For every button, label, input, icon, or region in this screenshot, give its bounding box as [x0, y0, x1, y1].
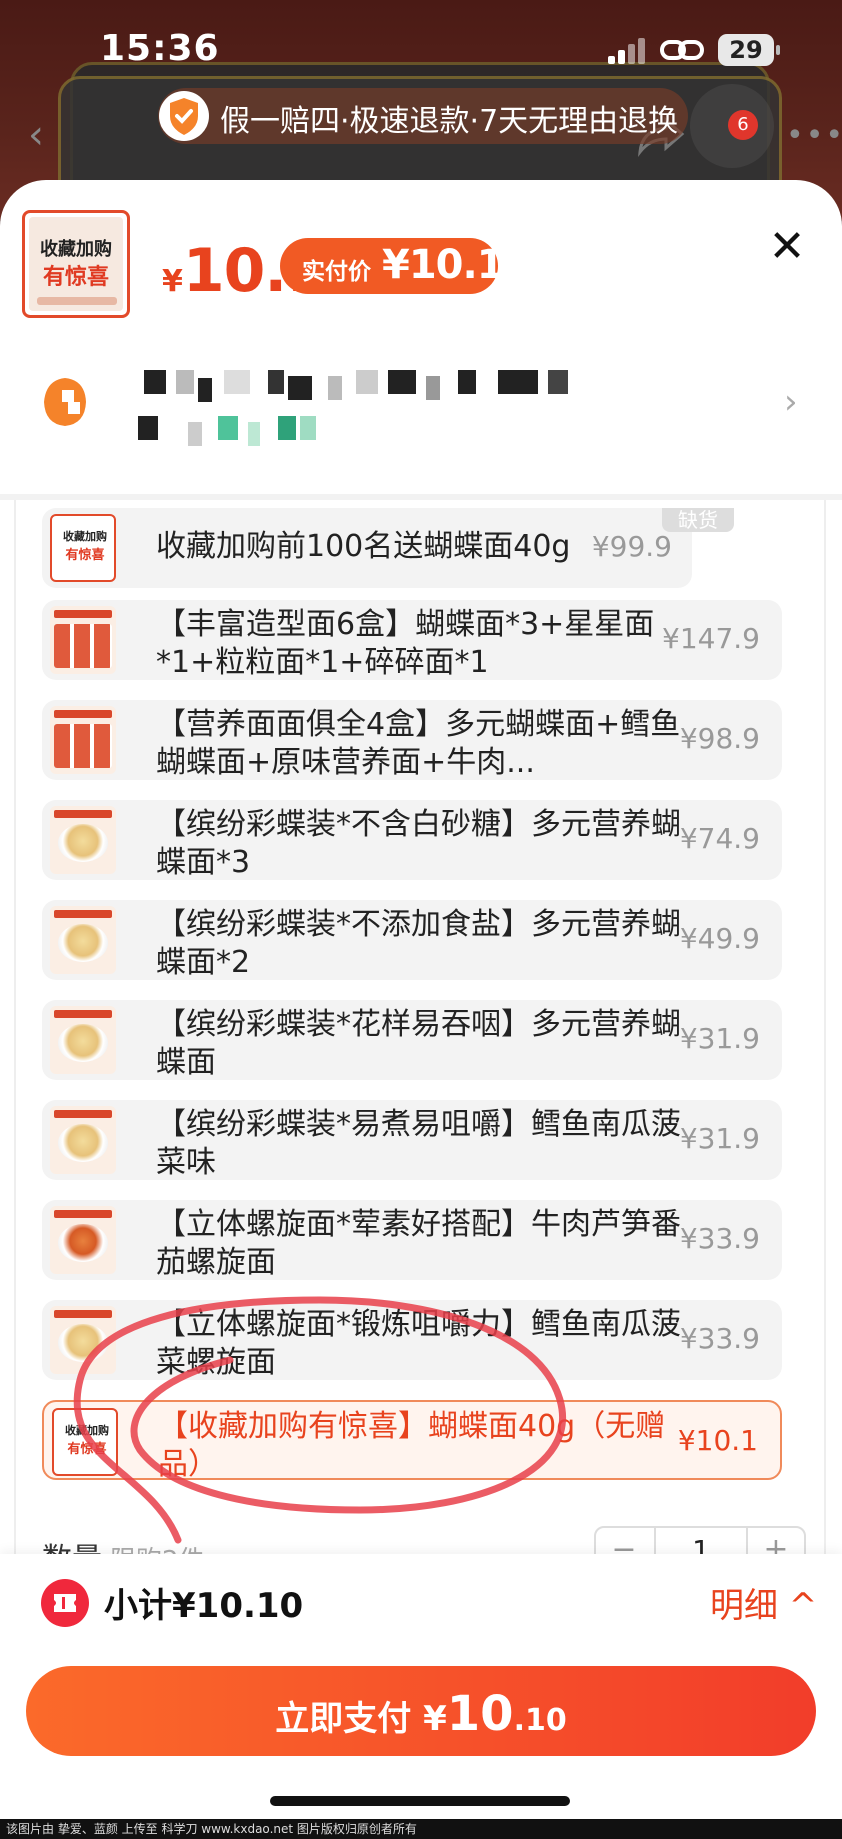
sku-option-label: 【收藏加购有惊喜】蝴蝶面40g（无赠品）	[158, 1409, 666, 1482]
thumbnail-subtitle: 有惊喜	[42, 265, 109, 290]
product-thumbnail[interactable]: 收藏加购 有惊喜	[22, 210, 130, 318]
shield-check-icon	[159, 91, 209, 141]
pay-now-label: 立即支付 ¥	[275, 1699, 447, 1739]
sku-option-selected[interactable]: 收藏加购 有惊喜 【收藏加购有惊喜】蝴蝶面40g（无赠品） ¥10.1	[42, 1400, 782, 1482]
chevron-right-icon[interactable]: ›	[784, 382, 798, 422]
quantity-plus-button[interactable]: +	[748, 1532, 804, 1554]
home-indicator	[270, 1796, 570, 1806]
sku-option-price: ¥147.9	[662, 622, 760, 655]
sku-option-label: 【缤纷彩蝶装*不含白砂糖】多元营养蝴蝶面*3	[156, 807, 681, 880]
sku-thumb-subtitle: 有惊喜	[65, 548, 105, 563]
sku-option[interactable]: 【缤纷彩蝶装*不含白砂糖】多元营养蝴蝶面*3 ¥74.9	[42, 800, 782, 880]
sku-options-list[interactable]: 缺货 收藏加购 有惊喜 收藏加购前100名送蝴蝶面40g ¥99.9 【丰富造型…	[14, 500, 826, 1554]
price-symbol: ¥	[162, 264, 183, 299]
close-icon[interactable]: ✕	[762, 222, 812, 272]
back-icon[interactable]: ‹	[28, 112, 68, 160]
sku-option-price: ¥74.9	[679, 822, 760, 855]
sku-option-label: 【立体螺旋面*荤素好搭配】牛肉芦笋番茄螺旋面	[156, 1207, 681, 1280]
paid-price-chip: 实付价 ¥10.1	[280, 238, 505, 294]
sku-option-label: 【缤纷彩蝶装*易煮易咀嚼】鳕鱼南瓜菠菜味	[156, 1107, 681, 1180]
status-bar: 15:36 29	[0, 0, 842, 100]
sku-option-price: ¥98.9	[679, 722, 760, 755]
pay-now-amount-integer: 10	[446, 1686, 514, 1742]
quantity-limit-hint: 限购2件	[110, 1546, 205, 1554]
paid-price-label: 实付价	[302, 259, 371, 285]
sku-option-label: 【缤纷彩蝶装*花样易吞咽】多元营养蝴蝶面	[156, 1007, 681, 1080]
ticket-icon	[41, 1579, 89, 1627]
sku-thumb-subtitle: 有惊喜	[67, 1442, 107, 1457]
sku-option[interactable]: 【缤纷彩蝶装*花样易吞咽】多元营养蝴蝶面 ¥31.9	[42, 1000, 782, 1080]
sku-option-label: 【缤纷彩蝶装*不添加食盐】多元营养蝴蝶面*2	[156, 907, 681, 980]
cart-badge: 6	[728, 110, 758, 140]
address-redacted[interactable]	[138, 364, 608, 454]
address-icon	[44, 378, 86, 426]
quantity-value[interactable]: 1	[654, 1528, 748, 1554]
sku-thumb-title: 收藏加购	[63, 530, 107, 543]
sku-option-price: ¥49.9	[679, 922, 760, 955]
sku-option[interactable]: 【缤纷彩蝶装*易煮易咀嚼】鳕鱼南瓜菠菜味 ¥31.9	[42, 1100, 782, 1180]
quantity-title: 数量	[42, 1542, 102, 1554]
guarantee-text: 假一赔四·极速退款·7天无理由退换	[220, 104, 679, 139]
sku-option-price: ¥99.9	[591, 530, 672, 563]
sku-option[interactable]: 【缤纷彩蝶装*不添加食盐】多元营养蝴蝶面*2 ¥49.9	[42, 900, 782, 980]
sku-thumb-title: 收藏加购	[65, 1424, 109, 1437]
thumbnail-strip	[37, 297, 117, 305]
link-icon	[660, 40, 704, 60]
thumbnail-title: 收藏加购	[40, 239, 112, 260]
sku-option-label: 【立体螺旋面*锻炼咀嚼力】鳕鱼南瓜菠菜螺旋面	[156, 1307, 681, 1380]
sku-option-label: 【营养面面俱全4盒】多元蝴蝶面+鳕鱼蝴蝶面+原味营养面+牛肉...	[156, 707, 681, 780]
quantity-stepper[interactable]: − 1 +	[594, 1526, 806, 1554]
sku-thumb: 收藏加购 有惊喜	[50, 514, 116, 582]
sku-option-label: 【丰富造型面6盒】蝴蝶面*3+星星面*1+粒粒面*1+碎碎面*1	[156, 607, 655, 680]
pay-now-button[interactable]: 立即支付 ¥10.10	[26, 1666, 816, 1756]
paid-price-value: ¥10.1	[382, 242, 505, 288]
sku-thumb	[50, 806, 116, 874]
sku-option-price: ¥31.9	[679, 1122, 760, 1155]
subtotal: 小计¥10.10	[104, 1586, 304, 1626]
sku-option[interactable]: 缺货 收藏加购 有惊喜 收藏加购前100名送蝴蝶面40g ¥99.9	[42, 508, 734, 588]
sku-option-price: ¥10.1	[677, 1424, 758, 1457]
sku-thumb	[50, 906, 116, 974]
status-time: 15:36	[100, 28, 220, 69]
quantity-label: 数量限购2件	[42, 1534, 205, 1554]
sku-option-price: ¥33.9	[679, 1222, 760, 1255]
sku-option-price: ¥31.9	[679, 1022, 760, 1055]
sku-option-price: ¥33.9	[679, 1322, 760, 1355]
more-icon[interactable]: •••	[786, 118, 842, 153]
sku-thumb	[50, 1306, 116, 1374]
quantity-minus-button[interactable]: −	[596, 1532, 652, 1554]
watermark: 该图片由 挚爱、蓝颜 上传至 科学刀 www.kxdao.net 图片版权归原创…	[0, 1819, 842, 1839]
sku-thumb	[50, 606, 116, 674]
pay-now-amount-decimal: .10	[513, 1703, 567, 1738]
sku-thumb	[50, 1106, 116, 1174]
sku-option[interactable]: 【立体螺旋面*荤素好搭配】牛肉芦笋番茄螺旋面 ¥33.9	[42, 1200, 782, 1280]
detail-toggle[interactable]: 明细 ^	[710, 1578, 817, 1627]
sku-option[interactable]: 【营养面面俱全4盒】多元蝴蝶面+鳕鱼蝴蝶面+原味营养面+牛肉... ¥98.9	[42, 700, 782, 780]
sku-option[interactable]: 【立体螺旋面*锻炼咀嚼力】鳕鱼南瓜菠菜螺旋面 ¥33.9	[42, 1300, 782, 1380]
sku-thumb	[50, 706, 116, 774]
sku-thumb: 收藏加购 有惊喜	[52, 1408, 118, 1476]
battery-indicator: 29	[718, 34, 780, 66]
signal-icon	[608, 38, 648, 64]
sku-option[interactable]: 【丰富造型面6盒】蝴蝶面*3+星星面*1+粒粒面*1+碎碎面*1 ¥147.9	[42, 600, 782, 680]
sku-thumb	[50, 1206, 116, 1274]
sku-thumb	[50, 1006, 116, 1074]
